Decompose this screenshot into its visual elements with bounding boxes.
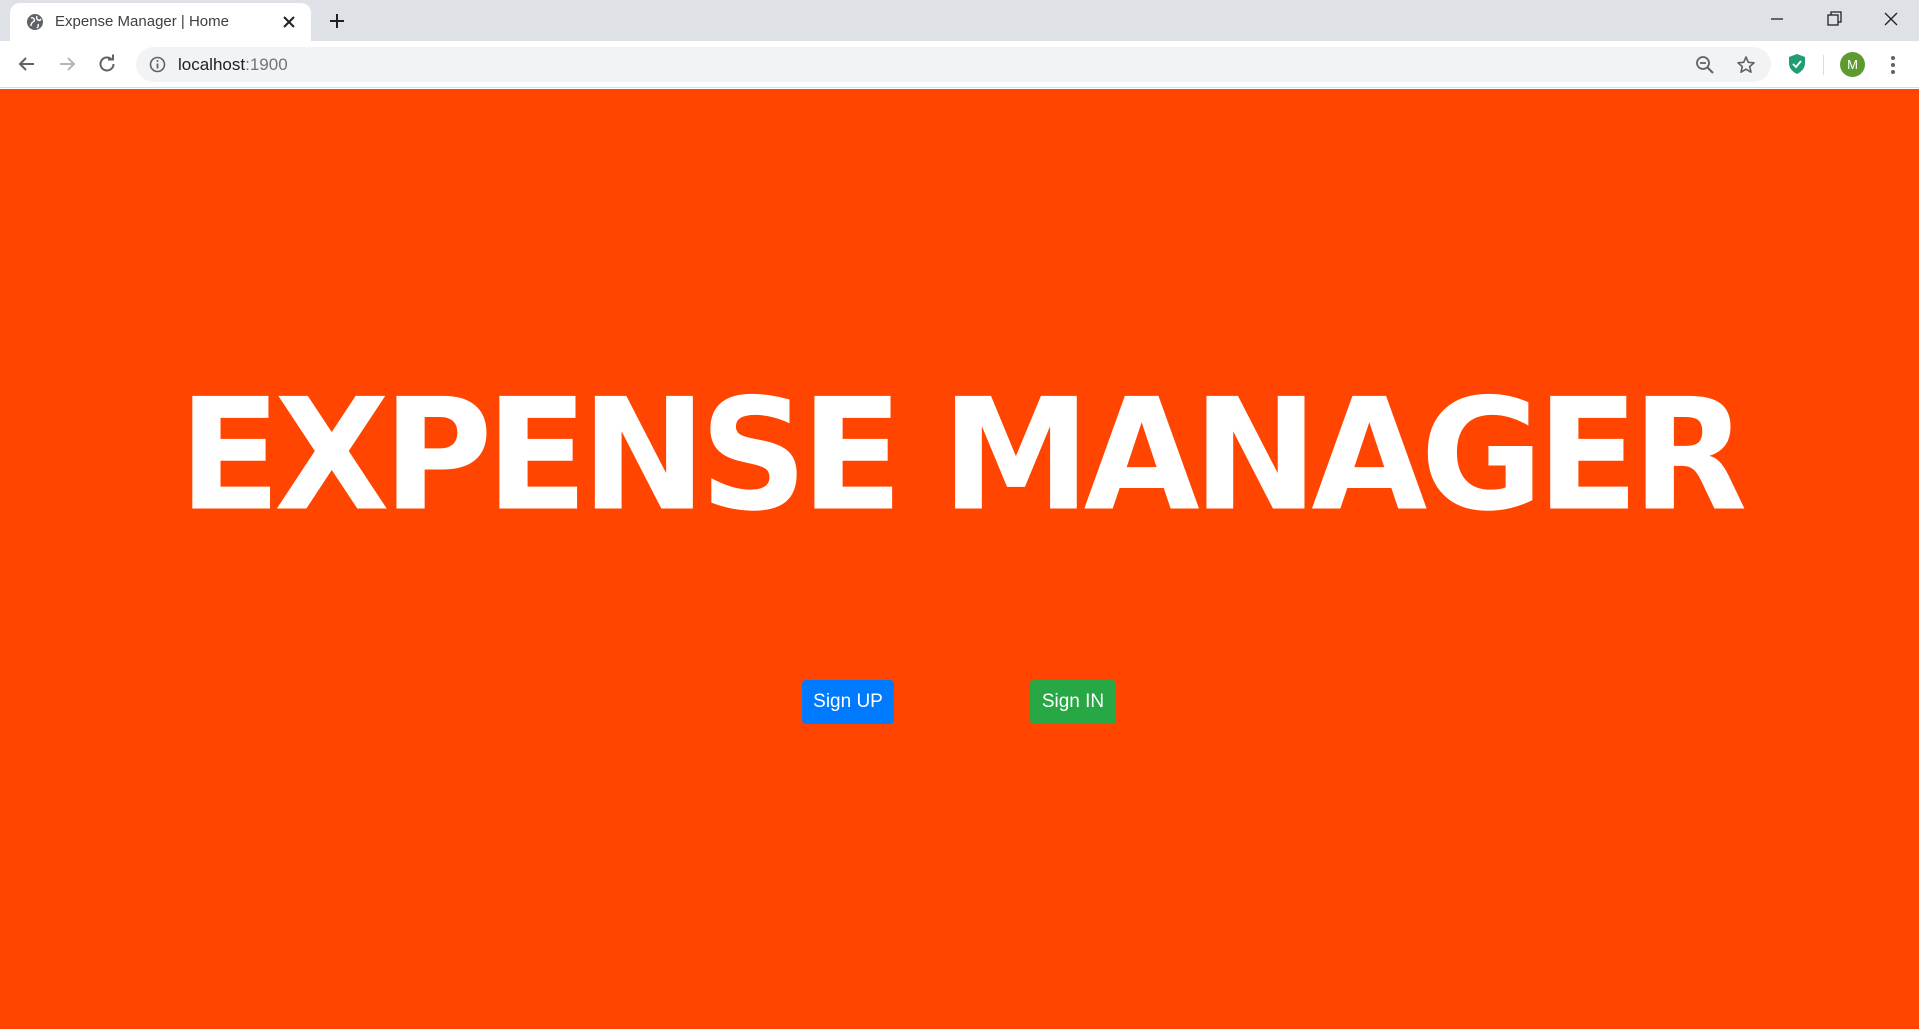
browser-window: Expense Manager | Home localhost:1900 M … [0,0,1919,1033]
url-text[interactable]: localhost:1900 [178,55,288,75]
shield-extension-icon[interactable] [1787,53,1807,75]
sign-in-button[interactable]: Sign IN [1030,680,1116,724]
tab-close-icon[interactable] [281,14,297,30]
bottom-strip [0,1029,1919,1033]
browser-toolbar: localhost:1900 M [0,41,1919,88]
hero-title: EXPENSE MANAGER [178,366,1748,546]
star-icon[interactable] [1736,55,1756,75]
minimize-icon[interactable] [1766,8,1788,30]
tab-strip: Expense Manager | Home [0,0,1919,41]
tab-title: Expense Manager | Home [55,13,229,30]
info-icon[interactable] [149,56,166,73]
reload-icon[interactable] [95,52,119,76]
page-viewport: EXPENSE MANAGER Sign UP Sign IN [0,89,1919,1029]
url-host: localhost [178,55,246,74]
forward-icon[interactable] [55,52,79,76]
restore-icon[interactable] [1823,8,1845,30]
sign-up-button[interactable]: Sign UP [802,680,894,724]
address-bar[interactable]: localhost:1900 [136,47,1771,82]
new-tab-icon[interactable] [326,10,348,32]
back-icon[interactable] [15,52,39,76]
profile-avatar[interactable]: M [1840,52,1865,77]
kebab-menu-icon[interactable] [1883,54,1903,76]
close-window-icon[interactable] [1880,8,1902,30]
globe-icon [27,14,43,30]
url-port: :1900 [245,55,288,74]
toolbar-separator [1823,55,1824,75]
tab-active[interactable]: Expense Manager | Home [10,3,311,41]
zoom-out-icon[interactable] [1695,55,1715,75]
